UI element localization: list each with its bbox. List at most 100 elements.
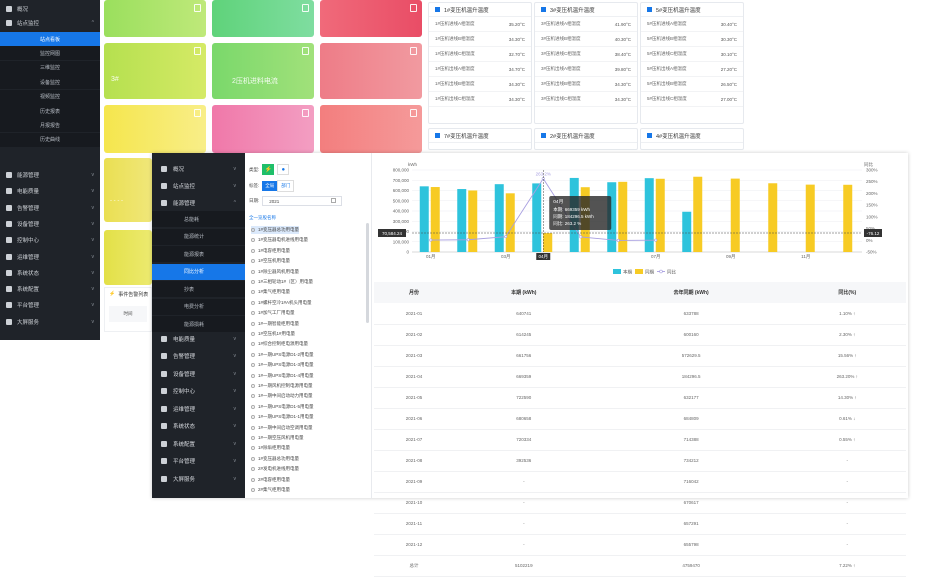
sidebar-item[interactable]: 设备管理 v [0, 217, 100, 231]
sidebar-item[interactable]: 概况 [0, 2, 100, 16]
tree-item[interactable]: 1#空压机用电量 [251, 257, 290, 265]
sidebar-item[interactable]: 系统配置 v [0, 282, 100, 296]
electric-type-button[interactable]: ⚡ [262, 164, 275, 175]
tree-item[interactable]: 1#空压机1#用电量 [251, 330, 295, 338]
sidebar-item[interactable]: 概况 v [152, 161, 245, 176]
sidebar-item[interactable]: 大屏服务 v [0, 315, 100, 329]
sidebar-subitem[interactable]: 电费分析 [152, 298, 245, 315]
tree-item[interactable]: 1#一期中间启动动力用电量 [251, 392, 313, 400]
station-tile[interactable]: 2压机进料电流 [212, 43, 314, 99]
station-tile[interactable] [320, 105, 422, 153]
card-icon [647, 7, 652, 12]
sidebar-subitem[interactable]: 视频监控 [0, 89, 100, 104]
sidebar-item[interactable]: 电能质量 v [0, 184, 100, 198]
sidebar-item[interactable]: 运维管理 v [152, 401, 245, 416]
tree-item[interactable]: 2#电容柜用电量 [251, 476, 290, 484]
tree-item[interactable]: 1#变压器电机进线用电量 [251, 236, 308, 244]
chevron-icon: ^ [233, 199, 236, 206]
table-row: 2021-04 669359 184296.5 263.20% ↑ [374, 366, 906, 388]
sidebar-subitem[interactable]: 抄表 [152, 281, 245, 297]
y-tick-label: 600,000 [393, 188, 410, 193]
sidebar-subitem[interactable]: 历史报表 [0, 104, 100, 118]
tree-item[interactable]: 1#变压器总功用电量 [251, 455, 299, 463]
tree-scrollbar[interactable] [366, 223, 369, 323]
station-tile[interactable]: - - - - [104, 158, 152, 222]
table-row: 2021-09-716042- [374, 471, 906, 493]
tree-item[interactable]: 1#除垢柜用电量 [251, 444, 290, 452]
tree-item[interactable]: 1#一期智能柜用电量 [251, 320, 299, 328]
sidebar-item[interactable]: 系统配置 v [152, 436, 245, 451]
month-cell: 2021-08 [374, 450, 454, 472]
sidebar-item[interactable]: 平台管理 v [152, 454, 245, 469]
station-tile[interactable] [320, 43, 422, 99]
sidebar-item[interactable]: 告警管理 v [152, 349, 245, 364]
tree-item[interactable]: 1#一期UPS电源D1-4用电量 [251, 372, 314, 380]
tree-item[interactable]: 1#一期空压风机用电量 [251, 434, 304, 442]
sidebar-item[interactable]: 告警管理 v [0, 201, 100, 215]
sidebar-item[interactable]: 站点监控 v [152, 178, 245, 193]
sidebar-item[interactable]: 电能质量 v [152, 331, 245, 346]
tree-item[interactable]: 1#电容柜用电量 [251, 247, 290, 255]
sidebar-subitem[interactable]: 监控网图 [0, 46, 100, 61]
sidebar-item-label: 告警管理 [173, 354, 196, 360]
tree-item[interactable]: 1#加气工厂用电量 [251, 309, 295, 317]
sidebar-item[interactable]: 大屏服务 v [152, 471, 245, 486]
sidebar-item[interactable]: 控制中心 v [0, 233, 100, 247]
tree-item[interactable]: 1#三相轮动1#（区）用电量 [251, 278, 313, 286]
tree-item[interactable]: 1#一期风机控制电源用电量 [251, 382, 313, 390]
front-sidebar: 概况 v 站点监控 v 能源管理 ^ 总能耗 能源统计 能源报表 同比分析 抄表 电费分析 能源损耗 电能… [152, 153, 245, 498]
tree-item[interactable]: 1#除尘器风机用电量 [251, 268, 299, 276]
water-type-button[interactable]: ● [277, 164, 290, 175]
tab-department[interactable]: 部门 [277, 180, 295, 192]
tree-item[interactable]: 1#一期UPS电源D1-5用电量 [251, 403, 314, 411]
station-tile[interactable] [104, 230, 152, 285]
tab-global[interactable]: 全局 [262, 181, 278, 191]
tree-item[interactable]: 1#综合控制柜电源用电量 [251, 340, 308, 348]
sidebar-subitem[interactable]: 三维监控 [0, 60, 100, 75]
tree-item[interactable]: 2#集气柜用电量 [251, 486, 290, 494]
year-picker[interactable]: 2021 [262, 196, 343, 206]
temperature-row: 1#压机出线A相温度 34.70°C [429, 62, 531, 77]
doc-icon [194, 47, 201, 55]
bar [655, 178, 665, 252]
station-tile[interactable] [212, 0, 314, 37]
bar [693, 176, 703, 252]
tree-item[interactable]: 1#集气柜用电量 [251, 288, 290, 296]
sidebar-subitem[interactable]: 能源报表 [152, 246, 245, 262]
tree-item[interactable]: 1#一期UPS电源D1-3用电量 [251, 361, 314, 369]
tree-item[interactable]: 2#发电机进线用电量 [251, 465, 299, 473]
sidebar-item[interactable]: 系统状态 v [152, 419, 245, 434]
sidebar-item[interactable]: 能源管理 ^ [152, 195, 245, 210]
current-cell: 722590 [454, 387, 594, 409]
tree-item[interactable]: 1#一期UPS电源D1-2用电量 [251, 351, 314, 359]
menu-icon [161, 405, 167, 412]
sidebar-item[interactable]: 能源管理 v [0, 168, 100, 182]
tree-item[interactable]: 1#螺杆空冷1#A机头用电量 [251, 299, 312, 307]
station-tile[interactable]: 3# [104, 43, 206, 99]
bar [430, 187, 440, 252]
sidebar-subitem[interactable]: 站点看板 [0, 32, 100, 46]
tree-item[interactable]: 1#变压器总功用电量 [251, 226, 300, 234]
yoy-cell: 7.22% ↑ [788, 555, 906, 577]
sidebar-item[interactable]: 控制中心 v [152, 384, 245, 399]
sidebar-item[interactable]: 运维管理 v [0, 250, 100, 264]
sidebar-subitem[interactable]: 月报报告 [0, 118, 100, 133]
sidebar-item[interactable]: 平台管理 v [0, 298, 100, 312]
sidebar-item[interactable]: 设备管理 v [152, 366, 245, 381]
tree-item[interactable]: 1#一期UPS电源D1-1用电量 [251, 413, 314, 421]
sidebar-subitem[interactable]: 总能耗 [152, 211, 245, 227]
station-tile[interactable] [104, 105, 206, 153]
tree-item[interactable]: 1#一期中间启动空调用电量 [251, 424, 313, 432]
station-tile[interactable] [320, 0, 422, 37]
sidebar-subitem[interactable]: 设备监控 [0, 75, 100, 90]
table-row: 总计 5102219 4759470 7.22% ↑ [374, 555, 906, 577]
sidebar-subitem[interactable]: 能源统计 [152, 228, 245, 245]
station-tile[interactable] [212, 105, 314, 153]
sidebar-subitem[interactable]: 历史曲线 [0, 132, 100, 147]
station-tile[interactable] [104, 0, 206, 37]
sidebar-subitem[interactable]: 同比分析 [152, 263, 245, 280]
temperature-card: 1#变压机温升温度 1#压机进线A相温度 35.20°C 1#压机进线B相温度 34.3… [428, 2, 532, 124]
sidebar-item[interactable]: 站点监控 ^ [0, 16, 100, 30]
sidebar-item[interactable]: 系统状态 v [0, 266, 100, 280]
sidebar-subitem[interactable]: 能源损耗 [152, 316, 245, 332]
